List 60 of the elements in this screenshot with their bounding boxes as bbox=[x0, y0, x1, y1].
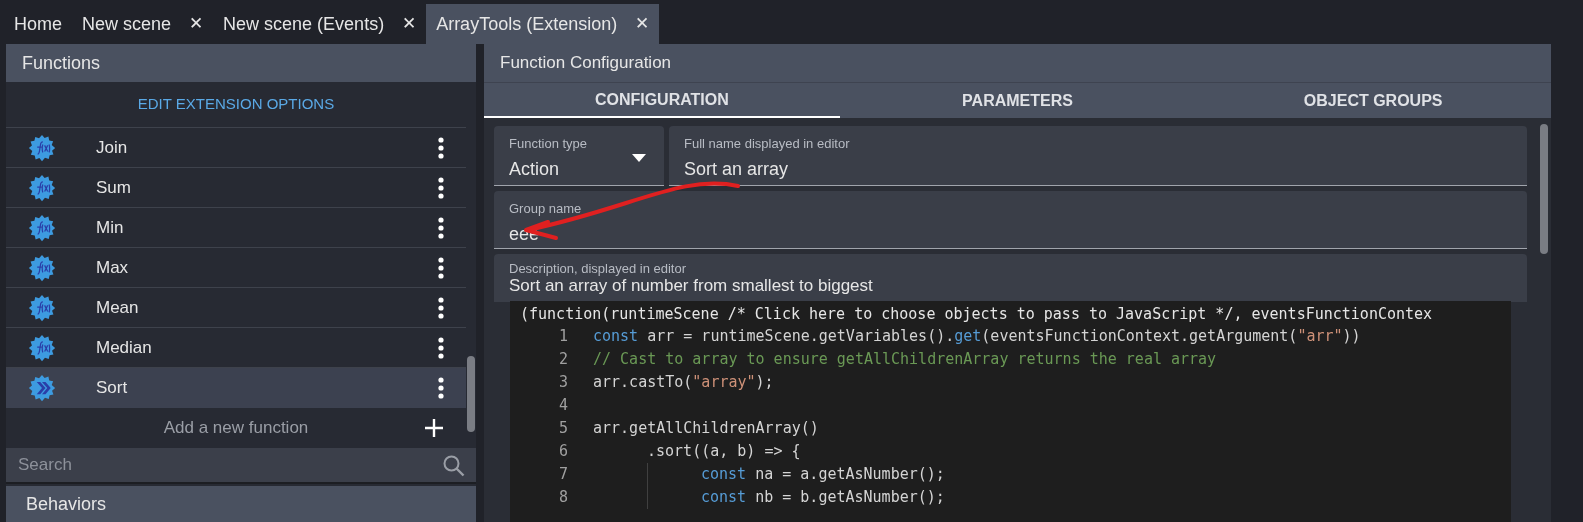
function-item[interactable]: Sum bbox=[6, 168, 466, 208]
line-number: 2 bbox=[557, 349, 568, 371]
function-icon bbox=[28, 293, 56, 322]
more-icon[interactable] bbox=[438, 377, 444, 399]
function-type-dropdown[interactable]: Function type Action bbox=[494, 126, 664, 186]
line-number: 1 bbox=[557, 326, 568, 348]
more-icon[interactable] bbox=[438, 176, 444, 199]
function-icon bbox=[28, 333, 56, 362]
code-line: .sort((a, b) => { bbox=[647, 441, 801, 463]
edit-extension-options-link[interactable]: EDIT EXTENSION OPTIONS bbox=[137, 93, 335, 116]
full-name-field[interactable]: Full name displayed in editor Sort an array bbox=[669, 126, 1527, 186]
function-icon bbox=[28, 213, 56, 242]
tab[interactable]: New scene (Events) ✕ bbox=[213, 4, 427, 44]
more-icon[interactable] bbox=[438, 256, 444, 279]
close-icon[interactable]: ✕ bbox=[189, 11, 204, 37]
function-icon bbox=[28, 173, 56, 202]
scrollbar[interactable] bbox=[467, 356, 475, 432]
function-item[interactable]: Min bbox=[6, 208, 466, 248]
tab[interactable]: PARAMETERS bbox=[839, 83, 1196, 118]
more-icon[interactable] bbox=[438, 336, 444, 359]
code-line: const nb = b.getAsNumber(); bbox=[701, 487, 945, 509]
panel-header: Function Configuration bbox=[484, 44, 1551, 82]
panel-header: Behaviors bbox=[6, 486, 476, 522]
more-icon[interactable] bbox=[438, 136, 444, 159]
line-number: 6 bbox=[557, 441, 568, 463]
close-icon[interactable]: ✕ bbox=[635, 11, 650, 37]
line-number: 7 bbox=[557, 464, 568, 486]
code-line: const na = a.getAsNumber(); bbox=[701, 464, 945, 486]
function-item[interactable]: Sort bbox=[6, 368, 466, 408]
chevrons-icon bbox=[28, 374, 56, 402]
code-line: const arr = runtimeScene.getVariables().get(eventsFunctionContext.getArgument("arr")) bbox=[593, 326, 1361, 348]
description-field[interactable]: Description, displayed in editor Sort an array of number from smallest to biggest bbox=[494, 254, 1527, 302]
scrollbar[interactable] bbox=[1540, 124, 1548, 254]
function-item[interactable]: Mean bbox=[6, 288, 466, 328]
code-line: arr.getAllChildrenArray() bbox=[593, 418, 819, 440]
search-field[interactable]: Search bbox=[6, 448, 476, 482]
tab[interactable]: New scene ✕ bbox=[72, 4, 214, 44]
search-icon[interactable] bbox=[442, 454, 466, 478]
code-line: // Cast to array to ensure getAllChildrenArray returns the real array bbox=[593, 349, 1217, 371]
tab[interactable]: OBJECT GROUPS bbox=[1195, 83, 1551, 118]
function-icon bbox=[28, 133, 56, 162]
more-icon[interactable] bbox=[438, 296, 444, 319]
line-number: 8 bbox=[557, 487, 568, 509]
function-item[interactable]: Max bbox=[6, 248, 466, 288]
line-number: 5 bbox=[557, 418, 568, 440]
tab[interactable]: Home bbox=[4, 4, 72, 44]
line-number: 3 bbox=[557, 372, 568, 394]
add-icon[interactable] bbox=[424, 418, 444, 438]
function-icon bbox=[28, 253, 56, 282]
close-icon[interactable]: ✕ bbox=[402, 11, 417, 37]
panel-header: Functions bbox=[6, 44, 476, 82]
line-number: 4 bbox=[557, 395, 568, 417]
tab[interactable]: CONFIGURATION bbox=[484, 83, 840, 118]
add-function-label: Add a new function bbox=[163, 417, 309, 440]
tab[interactable]: ArrayTools (Extension) ✕ bbox=[426, 4, 660, 44]
code-editor[interactable]: (function(runtimeScene /* Click here to choose objects to pass to JavaScript */, eventsFunctionContex 1 const arr = runtimeScene.getVariables().get(eventsFunctionContext.getArgument("arr")) 2 // Cast to array to ensure getAllChildrenArray returns the real array 3 arr.castTo("array"); 4 5 arr.getAllChildrenArray() 6 .sort((a, b) => { 7 const na = a.getAsNumber(); 8 const nb = b.getAsNumber(); bbox=[510, 301, 1511, 522]
function-item[interactable]: Join bbox=[6, 128, 466, 168]
more-icon[interactable] bbox=[438, 216, 444, 239]
caret-icon bbox=[632, 154, 646, 162]
code-line: arr.castTo("array"); bbox=[593, 372, 774, 394]
